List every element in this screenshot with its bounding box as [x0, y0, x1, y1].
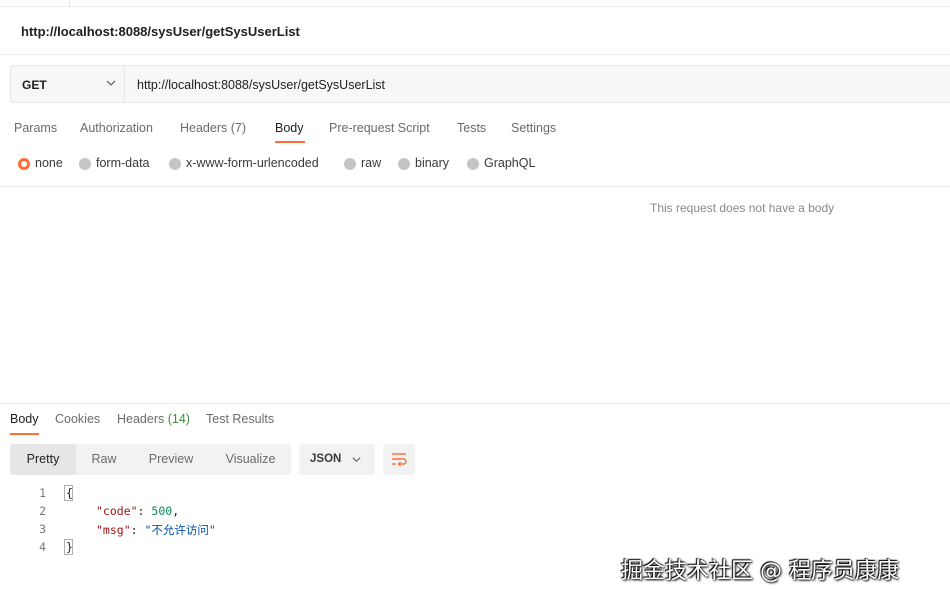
radio-checked-icon [18, 158, 30, 170]
response-tab-cookies[interactable]: Cookies [55, 412, 100, 426]
request-title: http://localhost:8088/sysUser/getSysUser… [21, 24, 300, 39]
line-number: 3 [39, 522, 46, 536]
response-tab-body[interactable]: Body [10, 412, 39, 426]
response-body-code: 1 { 2 "code": 500, 3 "msg": "不允许访问" 4 } [0, 485, 600, 566]
chevron-down-icon [352, 457, 361, 463]
tab-pre-request-script[interactable]: Pre-request Script [329, 121, 430, 135]
chevron-down-icon [106, 80, 116, 86]
view-pretty-button[interactable]: Pretty [10, 444, 76, 475]
format-select[interactable]: JSON [299, 444, 375, 475]
view-mode-switcher: Pretty Raw Preview Visualize [10, 444, 291, 475]
tab-params[interactable]: Params [14, 121, 57, 135]
radio-icon [344, 158, 356, 170]
radio-icon [398, 158, 410, 170]
view-visualize-button[interactable]: Visualize [210, 444, 291, 475]
tab-headers[interactable]: Headers (7) [180, 121, 246, 135]
code-line: 2 "code": 500, [0, 504, 600, 522]
line-number: 4 [39, 540, 46, 554]
watermark: 掘金技术社区 @ 程序员康康 [621, 559, 899, 584]
response-tab-test-results[interactable]: Test Results [206, 412, 274, 426]
active-response-tab-indicator [10, 433, 39, 435]
request-body-pane: This request does not have a body [0, 186, 950, 404]
code-line: 1 { [0, 485, 600, 504]
tab-tests[interactable]: Tests [457, 121, 486, 135]
line-number: 2 [39, 504, 46, 518]
wrap-lines-icon [392, 453, 407, 467]
radio-icon [79, 158, 91, 170]
wrap-lines-button[interactable] [383, 444, 415, 475]
response-tab-headers[interactable]: Headers (14) [117, 412, 190, 426]
line-number: 1 [39, 486, 46, 500]
active-tab-indicator [275, 141, 305, 143]
top-strip [0, 0, 950, 7]
radio-icon [169, 158, 181, 170]
empty-body-message: This request does not have a body [650, 201, 835, 215]
method-select[interactable]: GET [11, 66, 125, 102]
url-input[interactable]: http://localhost:8088/sysUser/getSysUser… [137, 78, 385, 92]
code-line: 3 "msg": "不允许访问" [0, 522, 600, 540]
tab-settings[interactable]: Settings [511, 121, 556, 135]
tab-authorization[interactable]: Authorization [80, 121, 153, 135]
format-label: JSON [310, 453, 342, 465]
request-title-bar: http://localhost:8088/sysUser/getSysUser… [0, 8, 950, 55]
code-line: 4 } [0, 539, 600, 558]
url-bar: GET http://localhost:8088/sysUser/getSys… [10, 65, 950, 103]
view-preview-button[interactable]: Preview [132, 444, 210, 475]
method-label: GET [22, 78, 47, 92]
radio-icon [467, 158, 479, 170]
tab-stub [0, 0, 70, 7]
view-raw-button[interactable]: Raw [76, 444, 132, 475]
tab-body[interactable]: Body [275, 121, 304, 135]
